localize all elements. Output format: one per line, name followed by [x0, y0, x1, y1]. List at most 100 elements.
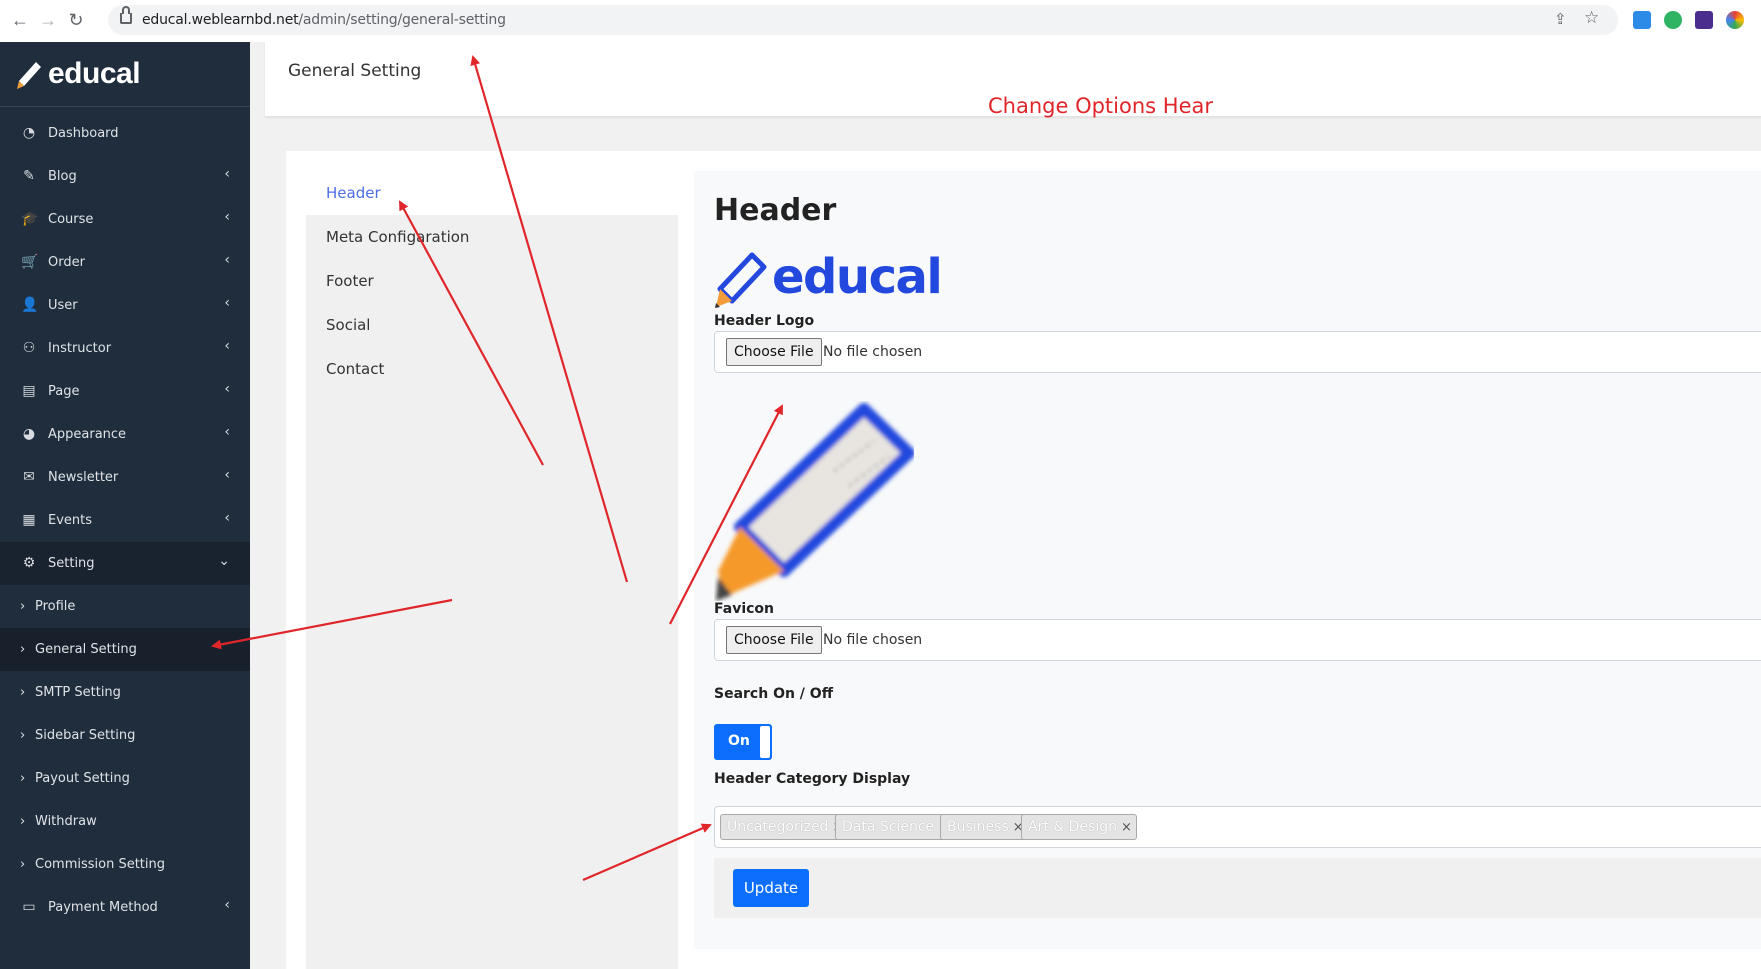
cart-icon: 🛒 — [21, 254, 39, 270]
chevron-right-icon: › — [20, 642, 26, 657]
sidebar-item-user[interactable]: 👤 User ‹ — [0, 284, 250, 327]
choose-file-button[interactable]: Choose File — [726, 626, 822, 654]
chevron-right-icon: › — [20, 728, 26, 743]
sidebar-subitem-payout-setting[interactable]: › Payout Setting — [0, 757, 250, 800]
forward-icon[interactable]: → — [38, 10, 58, 30]
blog-icon: ✎ — [23, 168, 35, 184]
sidebar-subitem-smtp-setting[interactable]: › SMTP Setting — [0, 671, 250, 714]
sidebar: educal ◔ Dashboard ✎ Blog ‹ 🎓 Course ‹ 🛒 Order ‹ 👤 U… — [0, 42, 250, 969]
star-icon[interactable]: ☆ — [1584, 8, 1599, 28]
url-text[interactable]: educal.weblearnbd.net/admin/setting/gene… — [142, 12, 506, 28]
panel-title: Header — [714, 193, 837, 228]
chevron-right-icon: › — [20, 857, 26, 872]
category-multiselect[interactable]: Uncategorized×Data Science×Business×Art … — [714, 806, 1761, 848]
graduation-cap-icon: 🎓 — [21, 211, 39, 227]
sidebar-item-label: Blog — [48, 169, 77, 184]
search-toggle-label: Search On / Off — [714, 686, 834, 702]
sidebar-item-label: Newsletter — [48, 470, 119, 485]
chevron-left-icon: ‹ — [224, 209, 230, 225]
settings-card: Header Meta Configaration Footer Social Cont… — [286, 151, 1761, 969]
chevron-left-icon: ‹ — [224, 467, 230, 483]
search-toggle[interactable]: On — [714, 724, 772, 760]
chevron-left-icon: ‹ — [224, 252, 230, 268]
chevron-left-icon: ‹ — [224, 338, 230, 354]
lock-icon[interactable] — [120, 6, 132, 24]
extension-icon[interactable] — [1633, 11, 1651, 29]
sidebar-item-course[interactable]: 🎓 Course ‹ — [0, 198, 250, 241]
sidebar-subitem-profile[interactable]: › Profile — [0, 585, 250, 628]
category-display-label: Header Category Display — [714, 771, 911, 787]
tab-meta-configaration[interactable]: Meta Configaration — [306, 215, 678, 259]
sidebar-item-label: Appearance — [48, 427, 127, 442]
sidebar-item-dashboard[interactable]: ◔ Dashboard — [0, 112, 250, 155]
sidebar-item-order[interactable]: 🛒 Order ‹ — [0, 241, 250, 284]
gear-icon: ⚙ — [22, 555, 36, 571]
chevron-left-icon: ‹ — [224, 424, 230, 440]
sidebar-item-instructor[interactable]: ⚇ Instructor ‹ — [0, 327, 250, 370]
tab-social[interactable]: Social — [306, 303, 678, 347]
page-icon: ▤ — [22, 383, 36, 399]
file-status: No file chosen — [823, 632, 923, 648]
sidebar-item-label: Payment Method — [48, 900, 158, 915]
calendar-icon: ▦ — [22, 512, 36, 528]
tab-footer[interactable]: Footer — [306, 259, 678, 303]
chevron-left-icon: ‹ — [224, 295, 230, 311]
remove-tag-icon[interactable]: × — [1121, 820, 1132, 835]
sidebar-subitem-commission-setting[interactable]: › Commission Setting — [0, 843, 250, 886]
annotation-text: Change Options Hear — [988, 94, 1213, 118]
category-tag: Business × — [940, 814, 1029, 840]
form-footer: Update — [714, 858, 1761, 918]
payment-card-icon: ▭ — [22, 899, 36, 915]
back-icon[interactable]: ← — [10, 10, 30, 30]
chevron-right-icon: › — [20, 599, 26, 614]
chevron-left-icon: ‹ — [224, 166, 230, 182]
chevron-left-icon: ‹ — [224, 381, 230, 397]
graduation-extension-icon[interactable] — [1695, 11, 1713, 29]
address-bar[interactable]: educal.weblearnbd.net/admin/setting/gene… — [108, 5, 1618, 35]
sidebar-subitem-label: Withdraw — [35, 814, 97, 829]
sidebar-subitem-label: SMTP Setting — [35, 685, 121, 700]
reload-icon[interactable]: ↻ — [66, 10, 86, 30]
sidebar-item-label: Setting — [48, 556, 95, 571]
chevron-left-icon: ‹ — [224, 510, 230, 526]
sidebar-item-newsletter[interactable]: ✉ Newsletter ‹ — [0, 456, 250, 499]
sidebar-subitem-label: Profile — [35, 599, 76, 614]
sidebar-subitem-sidebar-setting[interactable]: › Sidebar Setting — [0, 714, 250, 757]
choose-file-button[interactable]: Choose File — [726, 338, 822, 366]
favicon-file-input[interactable]: Choose File No file chosen — [714, 619, 1761, 661]
sidebar-subitem-withdraw[interactable]: › Withdraw — [0, 800, 250, 843]
chrome-extension-icon[interactable] — [1726, 11, 1744, 29]
sidebar-subitem-general-setting[interactable]: › General Setting — [0, 628, 250, 671]
sidebar-item-payment-method[interactable]: ▭ Payment Method ‹ — [0, 886, 250, 929]
sidebar-item-appearance[interactable]: ◕ Appearance ‹ — [0, 413, 250, 456]
update-button[interactable]: Update — [733, 869, 809, 907]
settings-tabs: Header Meta Configaration Footer Social Cont… — [306, 171, 678, 969]
brand-name: educal — [48, 57, 141, 90]
favicon-label: Favicon — [714, 601, 774, 617]
brand[interactable]: educal — [0, 42, 250, 107]
chevron-left-icon: ‹ — [224, 897, 230, 913]
instructor-icon: ⚇ — [22, 340, 36, 356]
envelope-icon: ✉ — [23, 469, 35, 485]
sidebar-item-setting[interactable]: ⚙ Setting ⌄ — [0, 542, 250, 585]
tab-header[interactable]: Header — [306, 171, 678, 215]
sidebar-item-blog[interactable]: ✎ Blog ‹ — [0, 155, 250, 198]
user-icon: 👤 — [21, 297, 39, 313]
toggle-knob — [760, 726, 770, 758]
category-tag: Uncategorized× — [720, 814, 849, 840]
header-logo-label: Header Logo — [714, 313, 815, 329]
category-tag: Data Science× — [835, 814, 955, 840]
tab-contact[interactable]: Contact — [306, 347, 678, 391]
shield-extension-icon[interactable] — [1664, 11, 1682, 29]
category-tag: Art & Design × — [1021, 814, 1137, 840]
header-logo-file-input[interactable]: Choose File No file chosen — [714, 331, 1761, 373]
sidebar-item-events[interactable]: ▦ Events ‹ — [0, 499, 250, 542]
share-icon[interactable]: ⇪ — [1554, 10, 1567, 28]
palette-icon: ◕ — [22, 426, 36, 442]
sidebar-item-label: Events — [48, 513, 93, 528]
sidebar-item-page[interactable]: ▤ Page ‹ — [0, 370, 250, 413]
logo-wordmark: educal — [772, 249, 943, 305]
sidebar-menu: ◔ Dashboard ✎ Blog ‹ 🎓 Course ‹ 🛒 Order ‹ 👤 User ‹ ⚇ In… — [0, 112, 250, 929]
sidebar-subitem-label: Commission Setting — [35, 857, 165, 872]
main-content: General Setting Header Meta Configaration… — [250, 42, 1761, 969]
